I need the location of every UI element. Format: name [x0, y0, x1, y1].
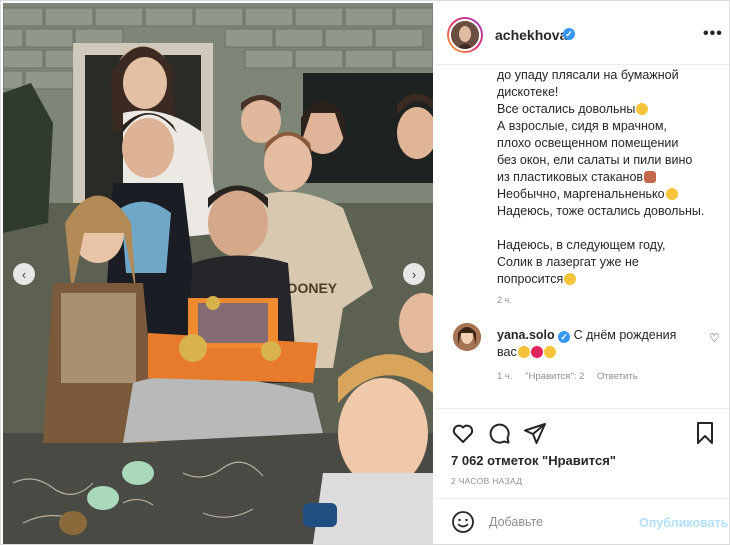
- comment-timestamp[interactable]: 1 ч.: [497, 371, 513, 382]
- grin-emoji-icon: [517, 346, 530, 358]
- likes-count[interactable]: 7 062 отметок "Нравится": [451, 453, 616, 468]
- commenter-avatar[interactable]: [453, 323, 481, 351]
- commenter-username[interactable]: yana.solo: [497, 328, 555, 342]
- party-photo-illustration: LOONEY: [3, 3, 433, 544]
- photo-prev-button[interactable]: ‹: [13, 263, 35, 285]
- poop-emoji-icon: [644, 171, 657, 183]
- commenter-avatar-illustration: [453, 323, 481, 351]
- author-avatar[interactable]: [447, 17, 483, 53]
- caption-text-1c: Необычно, маргенальненько: [497, 187, 665, 201]
- comment-input[interactable]: [489, 511, 639, 533]
- emoji-picker-icon[interactable]: [451, 510, 475, 534]
- caption-text-2: Надеюсь, в следующем году, Солик в лазер…: [497, 238, 666, 286]
- share-paper-plane-icon[interactable]: [523, 421, 547, 445]
- comment-composer: Опубликовать: [435, 498, 729, 544]
- publish-button[interactable]: Опубликовать: [639, 516, 728, 530]
- kiss-emoji-icon: [543, 346, 556, 358]
- comment-text: yana.solo ✓ С днём рождения вас: [497, 327, 697, 361]
- heart-emoji-icon: [530, 346, 543, 358]
- grin-emoji-icon: [665, 188, 678, 200]
- comment-like-count[interactable]: "Нравится": 2: [525, 371, 584, 382]
- comment-like-heart-icon[interactable]: ♡: [709, 331, 720, 345]
- post-photo[interactable]: LOONEY ‹ ›: [3, 3, 433, 544]
- author-username[interactable]: achekhova: [495, 27, 567, 43]
- post-actions-bar: [435, 408, 729, 458]
- like-heart-icon[interactable]: [451, 421, 475, 445]
- photo-next-button[interactable]: ›: [403, 263, 425, 285]
- more-options-icon[interactable]: •••: [703, 25, 723, 43]
- post-caption: до упаду плясали на бумажной дискотеке! …: [497, 67, 723, 288]
- post-header: achekhova ✓ •••: [435, 3, 729, 65]
- post-side-panel: achekhova ✓ ••• до упаду плясали на бума…: [435, 3, 729, 544]
- post-frame: LOONEY ‹ › achekhova ✓ ••• до упаду пляс…: [0, 0, 730, 545]
- verified-badge-icon: ✓: [563, 28, 575, 40]
- laugh-emoji-icon: [564, 273, 577, 285]
- caption-paragraph-2: Надеюсь, в следующем году, Солик в лазер…: [497, 237, 723, 288]
- author-avatar-illustration: [451, 21, 479, 49]
- save-bookmark-icon[interactable]: [693, 421, 717, 445]
- comment-meta: 1 ч. "Нравится": 2 Ответить: [497, 371, 648, 382]
- post-age[interactable]: 2 ЧАСОВ НАЗАД: [451, 476, 522, 486]
- caption-text-1b: А взрослые, сидя в мрачном, плохо освеще…: [497, 119, 693, 184]
- caption-timestamp[interactable]: 2 ч.: [497, 295, 512, 305]
- caption-paragraph-1: до упаду плясали на бумажной дискотеке! …: [497, 67, 723, 220]
- comment-bubble-icon[interactable]: [487, 421, 511, 445]
- author-avatar-image: [449, 19, 481, 51]
- caption-text-1d: Надеюсь, тоже остались довольны.: [497, 204, 705, 218]
- comment-reply-button[interactable]: Ответить: [597, 371, 638, 382]
- caption-text-1: до упаду плясали на бумажной дискотеке! …: [497, 68, 679, 116]
- thinking-emoji-icon: [636, 103, 649, 115]
- commenter-verified-badge-icon: ✓: [558, 331, 571, 343]
